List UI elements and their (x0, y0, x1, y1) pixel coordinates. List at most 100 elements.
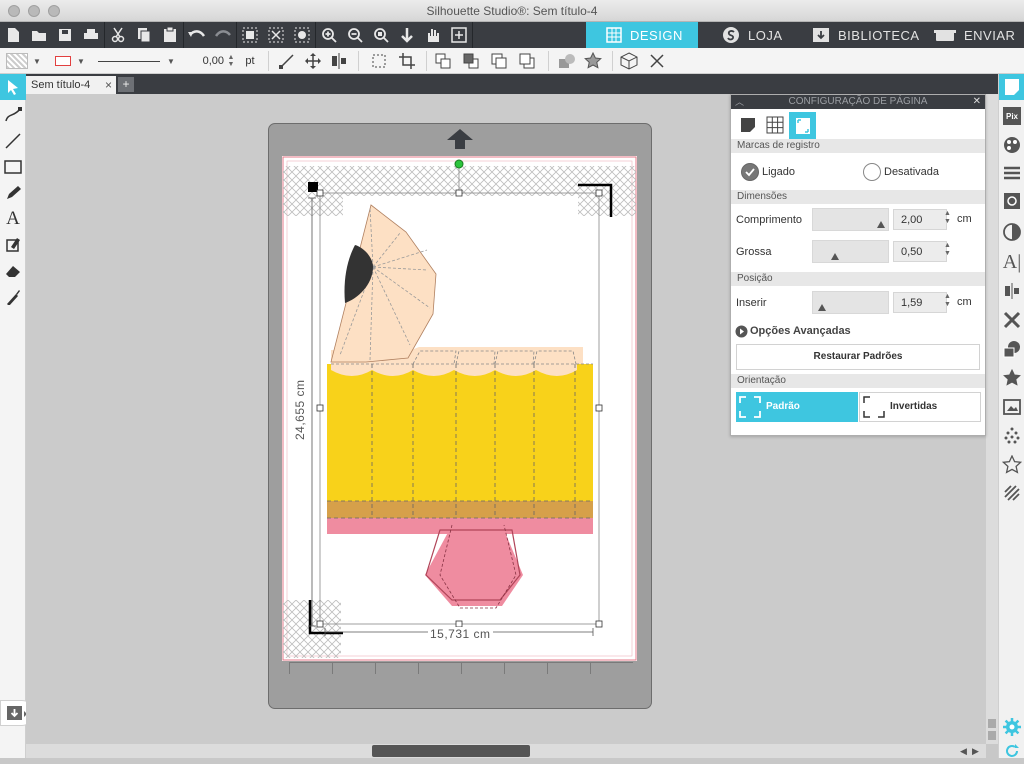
select-arrow-icon[interactable] (0, 74, 26, 100)
eraser-brush-icon[interactable] (0, 232, 26, 258)
horizontal-scrollbar[interactable]: ◀ ▶ (26, 744, 986, 758)
redo-icon[interactable] (210, 22, 236, 48)
slider-thumb[interactable] (831, 253, 840, 260)
tab-biblioteca[interactable]: BIBLIOTECA (812, 22, 920, 48)
slider-thumb[interactable] (818, 304, 827, 311)
inserir-stepper[interactable]: ▲ ▼ (944, 293, 951, 309)
document-tab[interactable]: Sem título-4 × (26, 76, 116, 94)
pixscan-icon[interactable]: Pix (999, 103, 1024, 129)
scroll-down-icon[interactable] (988, 731, 996, 740)
text-tool-icon[interactable]: A (0, 206, 26, 232)
close-tab-icon[interactable]: × (105, 78, 112, 92)
crop-icon[interactable] (394, 48, 420, 74)
ungroup-icon[interactable] (263, 22, 289, 48)
bring-forward-icon[interactable] (486, 48, 512, 74)
cut-icon[interactable] (105, 22, 131, 48)
fit-page-icon[interactable] (394, 22, 420, 48)
eraser-tool-icon[interactable] (0, 258, 26, 284)
undo-icon[interactable] (184, 22, 210, 48)
chevron-down-icon[interactable]: ▼ (164, 48, 178, 74)
comprimento-stepper[interactable]: ▲ ▼ (944, 210, 951, 226)
fill-palette-icon[interactable] (999, 132, 1024, 158)
page-setup-tab-icon[interactable] (735, 112, 761, 138)
add-page-icon[interactable] (446, 22, 472, 48)
slider-thumb[interactable] (876, 221, 885, 228)
refresh-icon[interactable] (999, 738, 1024, 764)
line-width-stepper[interactable]: ▲ ▼ (226, 48, 236, 74)
trace-image-icon[interactable] (999, 394, 1024, 420)
radio-ligado[interactable] (741, 163, 759, 181)
zoom-selection-icon[interactable] (368, 22, 394, 48)
grossa-input[interactable]: 0,50 (893, 241, 947, 262)
line-color-swatch[interactable] (52, 48, 74, 74)
collapse-chevron-icon[interactable]: ︿ (735, 95, 744, 109)
fill-palette-icon[interactable] (289, 22, 315, 48)
offset-shape-icon[interactable] (554, 48, 580, 74)
vertical-scrollbar[interactable] (986, 94, 998, 744)
send-back-icon[interactable] (458, 48, 484, 74)
tab-design[interactable]: DESIGN (586, 22, 698, 48)
knife-tool-icon[interactable] (0, 284, 26, 310)
radio-desativada[interactable] (863, 163, 881, 181)
chevron-down-icon[interactable]: ▼ (30, 48, 44, 74)
3d-box-icon[interactable] (616, 48, 642, 74)
move-arrows-icon[interactable] (300, 48, 326, 74)
inserir-input[interactable]: 1,59 (893, 292, 947, 313)
rectangle-tool-icon[interactable] (0, 154, 26, 180)
contrast-icon[interactable] (999, 219, 1024, 245)
line-style-icon[interactable] (999, 160, 1024, 186)
hatch-fill-icon[interactable] (999, 480, 1024, 506)
line-tool-icon[interactable] (0, 128, 26, 154)
tab-enviar[interactable]: ENVIAR (934, 22, 1015, 48)
grid-tab-icon[interactable] (762, 112, 788, 138)
scroll-right-icon[interactable]: ▶ (972, 746, 979, 757)
group-icon[interactable] (237, 22, 263, 48)
close-icon[interactable] (644, 48, 670, 74)
send-backward-icon[interactable] (514, 48, 540, 74)
comprimento-input[interactable]: 2,00 (893, 209, 947, 230)
close-panel-icon[interactable]: ✕ (973, 95, 981, 109)
line-width-input[interactable]: 0,00 (190, 48, 224, 74)
pencil-tool-icon[interactable] (0, 180, 26, 206)
restore-defaults-button[interactable]: Restaurar Padrões (736, 344, 980, 370)
replicate-icon[interactable] (999, 307, 1024, 333)
registration-tab-icon[interactable] (789, 112, 816, 139)
add-tab-button[interactable]: + (118, 77, 134, 92)
copy-icon[interactable] (131, 22, 157, 48)
line-style-select[interactable] (96, 48, 162, 74)
select-box-icon[interactable] (366, 48, 392, 74)
star-outline-icon[interactable] (999, 452, 1024, 478)
pan-hand-icon[interactable] (420, 22, 446, 48)
zoom-in-icon[interactable] (316, 22, 342, 48)
tab-loja[interactable]: LOJA (722, 22, 783, 48)
line-tool-icon[interactable] (274, 48, 300, 74)
paste-icon[interactable] (157, 22, 183, 48)
horizontal-scroll-thumb[interactable] (372, 745, 530, 757)
new-file-icon[interactable] (0, 22, 26, 48)
grossa-slider[interactable] (812, 240, 889, 263)
fill-pattern-swatch[interactable] (4, 48, 30, 74)
bring-front-icon[interactable] (430, 48, 456, 74)
point-edit-icon[interactable] (0, 102, 26, 128)
print-icon[interactable] (78, 22, 104, 48)
advanced-options-toggle[interactable]: Opções Avançadas (731, 322, 985, 342)
page-settings-icon[interactable] (999, 74, 1024, 100)
grossa-stepper[interactable]: ▲ ▼ (944, 242, 951, 258)
scroll-left-icon[interactable]: ◀ (960, 746, 967, 757)
modify-icon[interactable] (999, 336, 1024, 362)
align-panel-icon[interactable] (999, 278, 1024, 304)
offset-star-icon[interactable] (999, 365, 1024, 391)
trace-icon[interactable] (999, 188, 1024, 214)
sketch-dots-icon[interactable] (999, 423, 1024, 449)
star-shape-icon[interactable] (580, 48, 606, 74)
orientation-padrao-button[interactable]: Padrão (736, 392, 858, 422)
orientation-invertidas-button[interactable]: Invertidas (859, 392, 981, 422)
settings-gear-icon[interactable] (999, 714, 1024, 740)
open-folder-icon[interactable] (26, 22, 52, 48)
inserir-slider[interactable] (812, 291, 889, 314)
zoom-out-icon[interactable] (342, 22, 368, 48)
text-style-icon[interactable]: A| (999, 249, 1024, 275)
comprimento-slider[interactable] (812, 208, 889, 231)
chevron-down-icon[interactable]: ▼ (74, 48, 88, 74)
align-icon[interactable] (326, 48, 352, 74)
